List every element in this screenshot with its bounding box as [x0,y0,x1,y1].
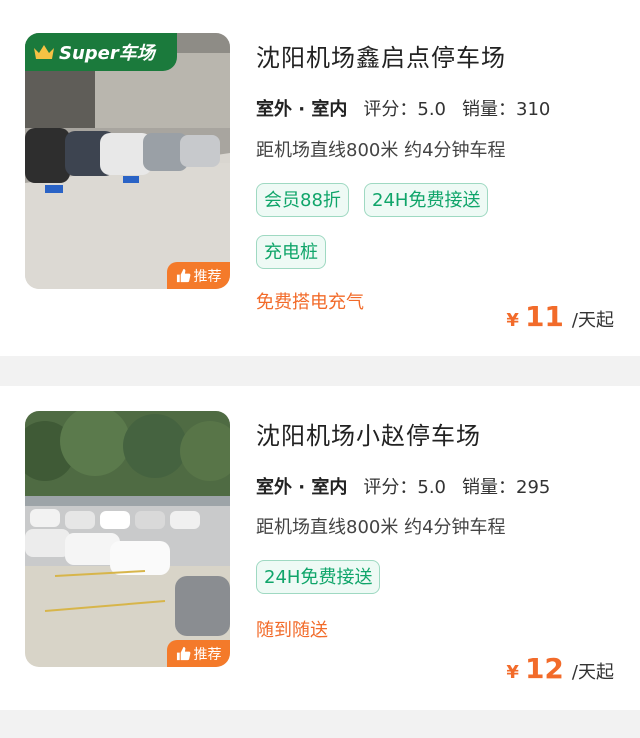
crown-icon [34,45,54,59]
recommend-tag: 推荐 [167,640,230,667]
listing-meta: 室外 · 室内 评分：5.0 销量：295 [256,473,551,503]
tag-charging-pile: 充电桩 [256,235,326,269]
price: ¥ 11 /天起 [506,300,614,333]
environment-type: 室外 · 室内 [256,95,347,125]
parking-lot-image [25,33,230,289]
service-promo: 免费搭电充气 [256,292,364,313]
currency-symbol: ¥ [506,662,519,683]
thumbs-up-icon [176,646,190,661]
parking-lot-photo[interactable]: Super车场 推荐 [25,33,230,289]
rating: 评分：5.0 [363,99,447,120]
listing-title[interactable]: 沈阳机场鑫启点停车场 [256,38,506,73]
parking-lot-photo[interactable]: 推荐 [25,411,230,667]
rating: 评分：5.0 [363,477,447,498]
thumbs-up-icon [176,268,190,283]
price-unit: /天起 [571,310,614,331]
recommend-tag: 推荐 [167,262,230,289]
recommend-label: 推荐 [193,646,222,663]
price-value: 11 [524,300,564,333]
listing-title[interactable]: 沈阳机场小赵停车场 [256,416,481,451]
tag-free-shuttle: 24H免费接送 [364,183,489,217]
price-unit: /天起 [571,662,614,683]
tag-member-discount: 会员88折 [256,183,349,217]
price-value: 12 [524,652,564,685]
distance-info: 距机场直线800米 约4分钟车程 [256,140,506,161]
parking-listing-card[interactable]: Super车场 推荐 沈阳机场鑫启点停车场 室外 · 室内 评分：5.0 销量：… [0,0,640,356]
parking-lot-image [25,411,230,667]
distance-info: 距机场直线800米 约4分钟车程 [256,517,506,538]
recommend-label: 推荐 [193,268,222,285]
super-parking-badge: Super车场 [25,33,177,71]
environment-type: 室外 · 室内 [256,473,347,503]
price: ¥ 12 /天起 [506,652,614,685]
service-promo: 随到随送 [256,620,328,641]
sales-count: 销量：295 [462,477,551,498]
super-badge-label: Super车场 [59,43,155,64]
sales-count: 销量：310 [462,99,551,120]
currency-symbol: ¥ [506,310,519,331]
tag-free-shuttle: 24H免费接送 [256,560,381,594]
listing-meta: 室外 · 室内 评分：5.0 销量：310 [256,95,551,125]
